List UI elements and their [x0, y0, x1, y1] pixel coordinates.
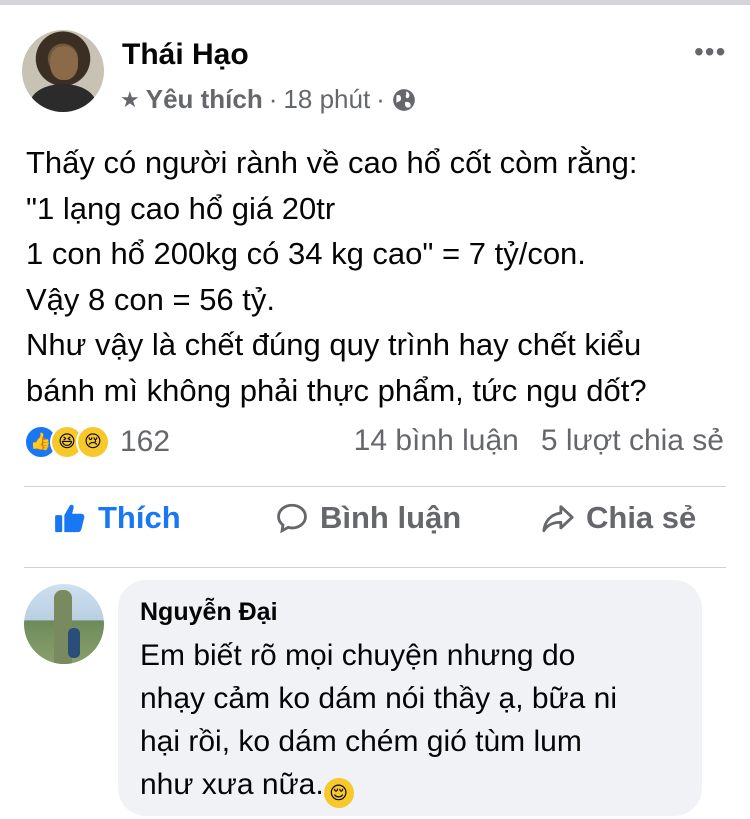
commenter-name[interactable]: Nguyễn Đại [140, 598, 278, 627]
engagement-counts: 14 bình luận 5 lượt chia sẻ [354, 424, 724, 458]
globe-icon[interactable] [391, 87, 417, 113]
share-button[interactable]: Chia sẻ [540, 500, 696, 536]
post-body: Thấy có người rành về cao hổ cốt còm rằn… [26, 140, 736, 413]
post-line: 1 con hổ 200kg có 34 kg cao" = 7 tỷ/con. [26, 236, 586, 271]
reaction-count: 162 [120, 425, 171, 458]
post-meta: ★ Yêu thích · 18 phút · [120, 84, 417, 115]
post-time[interactable]: 18 phút [283, 84, 370, 115]
divider [24, 486, 726, 487]
divider [24, 567, 726, 568]
commenter-avatar[interactable] [24, 584, 104, 664]
share-button-label: Chia sẻ [586, 500, 697, 535]
star-icon: ★ [120, 86, 140, 112]
comment-button[interactable]: Bình luận [274, 500, 461, 536]
comment-count-link[interactable]: 14 bình luận [354, 424, 519, 458]
post-line: Thấy có người rành về cao hổ cốt còm rằn… [26, 145, 638, 180]
action-bar: Thích Bình luận Chia sẻ [0, 500, 750, 556]
thumbs-up-icon [55, 504, 85, 533]
relieved-face-emoji-icon: 😌 [323, 778, 354, 808]
comment-line: nhạy cảm ko dám nói thầy ạ, bữa ni [140, 682, 618, 715]
share-count-link[interactable]: 5 lượt chia sẻ [541, 424, 724, 458]
comment-line: như xưa nữa. [140, 768, 324, 801]
post-line: bánh mì không phải thực phẩm, tức ngu dố… [26, 372, 647, 408]
comment-icon [277, 503, 307, 534]
comment-line: hại rồi, ko dám chém gió tùm lum [140, 725, 582, 758]
author-avatar[interactable] [22, 30, 104, 112]
post-line: Vậy 8 con = 56 tỷ. [26, 281, 276, 317]
meta-separator: · [268, 84, 278, 114]
post-line: "1 lạng cao hổ giá 20tr [26, 190, 336, 226]
comment-button-label: Bình luận [320, 500, 462, 535]
comment-text: Em biết rõ mọi chuyện nhưng do nhạy cảm … [140, 634, 617, 808]
top-separator [0, 0, 750, 5]
like-button[interactable]: Thích [52, 500, 181, 536]
share-icon [542, 505, 574, 533]
post-author-name[interactable]: Thái Hạo [122, 38, 249, 72]
post-line: Như vậy là chết đúng quy trình hay chết … [26, 327, 642, 362]
reactions-summary[interactable]: 👍 😆 😢 162 [24, 424, 170, 460]
meta-separator: · [376, 84, 385, 114]
like-button-label: Thích [98, 500, 181, 535]
more-options-icon[interactable]: ••• [694, 36, 726, 68]
comment-line: Em biết rõ mọi chuyện nhưng do [140, 639, 576, 672]
favorite-label: Yêu thích [145, 84, 263, 114]
sad-reaction-icon: 😢 [76, 425, 110, 459]
